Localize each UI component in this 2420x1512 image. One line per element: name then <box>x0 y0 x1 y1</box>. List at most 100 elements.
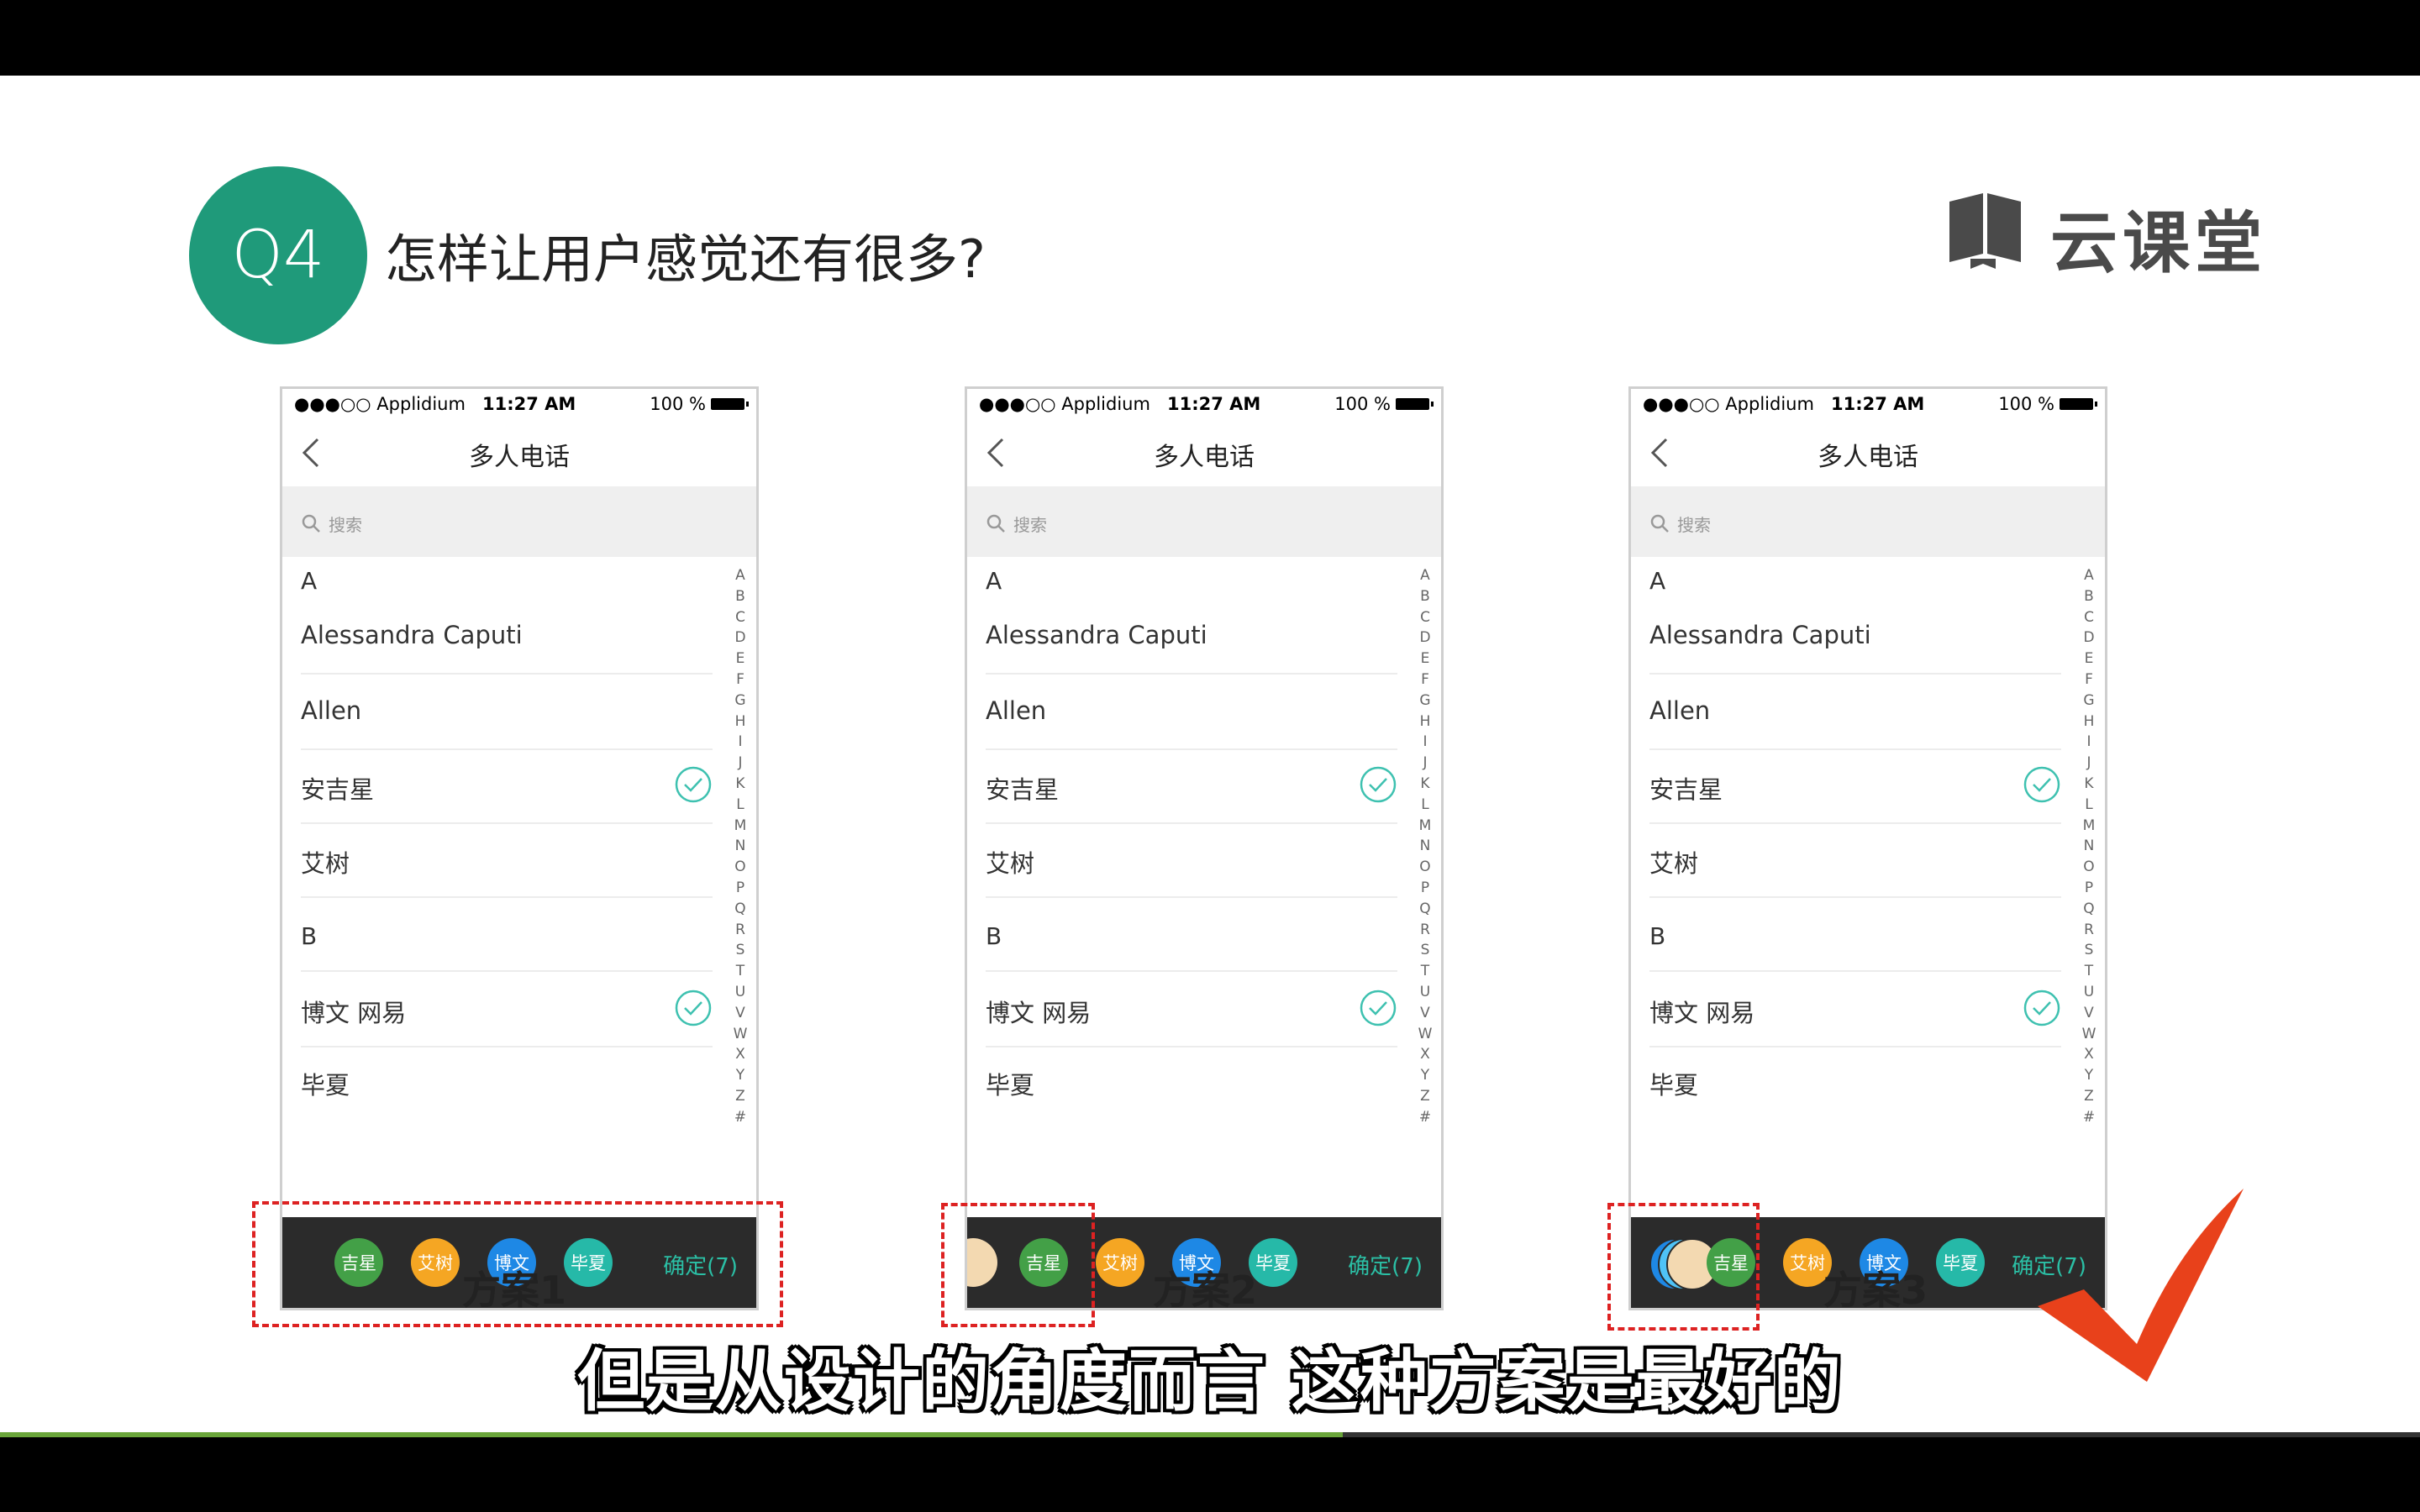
index-letter[interactable]: R <box>731 920 750 941</box>
index-letter[interactable]: O <box>1416 857 1434 878</box>
index-letter[interactable]: C <box>2080 607 2098 628</box>
index-letter[interactable]: B <box>2080 586 2098 607</box>
search-input[interactable]: 搜索 <box>1631 486 2105 557</box>
contact-row[interactable]: 艾树 <box>301 822 713 898</box>
contact-row[interactable]: Allen <box>1649 675 2061 750</box>
index-letter[interactable]: W <box>1416 1024 1434 1045</box>
index-letter[interactable]: N <box>1416 836 1434 857</box>
index-letter[interactable]: B <box>731 586 750 607</box>
contact-row[interactable]: Allen <box>986 675 1397 750</box>
check-circle-icon[interactable] <box>1359 765 1397 804</box>
selected-contact-chip[interactable]: 艾树 <box>1096 1238 1144 1287</box>
alphabet-index[interactable]: A B C D E F G H I J K L M N O P Q R S T U V W X Y Z # <box>1416 565 1434 1128</box>
index-letter[interactable]: # <box>2080 1107 2098 1128</box>
index-letter[interactable]: S <box>2080 940 2098 961</box>
search-input[interactable]: 搜索 <box>282 486 756 557</box>
contact-row[interactable]: Allen <box>301 675 713 750</box>
index-letter[interactable]: E <box>2080 648 2098 669</box>
index-letter[interactable]: D <box>731 627 750 648</box>
index-letter[interactable]: T <box>731 961 750 982</box>
index-letter[interactable]: I <box>731 732 750 753</box>
index-letter[interactable]: A <box>1416 565 1434 586</box>
index-letter[interactable]: E <box>731 648 750 669</box>
check-circle-icon[interactable] <box>1359 989 1397 1027</box>
search-input[interactable]: 搜索 <box>967 486 1441 557</box>
index-letter[interactable]: O <box>2080 857 2098 878</box>
index-letter[interactable]: S <box>731 940 750 961</box>
index-letter[interactable]: X <box>1416 1044 1434 1065</box>
index-letter[interactable]: G <box>1416 690 1434 711</box>
index-letter[interactable]: C <box>1416 607 1434 628</box>
index-letter[interactable]: C <box>731 607 750 628</box>
index-letter[interactable]: G <box>2080 690 2098 711</box>
contact-row[interactable]: 安吉星 <box>986 748 1397 824</box>
index-letter[interactable]: N <box>731 836 750 857</box>
index-letter[interactable]: T <box>2080 961 2098 982</box>
index-letter[interactable]: U <box>731 982 750 1003</box>
contact-row[interactable]: 毕夏 <box>1649 1044 2061 1118</box>
index-letter[interactable]: K <box>2080 774 2098 795</box>
index-letter[interactable]: V <box>1416 1003 1434 1024</box>
index-letter[interactable]: F <box>731 669 750 690</box>
index-letter[interactable]: P <box>2080 878 2098 899</box>
index-letter[interactable]: L <box>1416 795 1434 816</box>
check-circle-icon[interactable] <box>2023 765 2061 804</box>
index-letter[interactable]: F <box>1416 669 1434 690</box>
index-letter[interactable]: K <box>731 774 750 795</box>
index-letter[interactable]: I <box>1416 732 1434 753</box>
index-letter[interactable]: B <box>1416 586 1434 607</box>
check-circle-icon[interactable] <box>674 765 713 804</box>
index-letter[interactable]: Y <box>1416 1065 1434 1086</box>
index-letter[interactable]: V <box>2080 1003 2098 1024</box>
confirm-button[interactable]: 确定(7) <box>1348 1249 1423 1280</box>
index-letter[interactable]: J <box>1416 753 1434 774</box>
index-letter[interactable]: W <box>2080 1024 2098 1045</box>
index-letter[interactable]: # <box>731 1107 750 1128</box>
contact-row[interactable]: Alessandra Caputi <box>1649 599 2061 675</box>
contact-row[interactable]: 艾树 <box>1649 822 2061 898</box>
index-letter[interactable]: M <box>731 816 750 837</box>
index-letter[interactable]: D <box>2080 627 2098 648</box>
index-letter[interactable]: P <box>731 878 750 899</box>
index-letter[interactable]: T <box>1416 961 1434 982</box>
index-letter[interactable]: Z <box>731 1086 750 1107</box>
index-letter[interactable]: H <box>2080 711 2098 732</box>
contact-row[interactable]: Alessandra Caputi <box>301 599 713 675</box>
contact-row[interactable]: 毕夏 <box>301 1044 713 1118</box>
index-letter[interactable]: I <box>2080 732 2098 753</box>
index-letter[interactable]: L <box>2080 795 2098 816</box>
index-letter[interactable]: A <box>2080 565 2098 586</box>
index-letter[interactable]: F <box>2080 669 2098 690</box>
contact-row[interactable]: 安吉星 <box>1649 748 2061 824</box>
alphabet-index[interactable]: A B C D E F G H I J K L M N O P Q R S T U V W X Y Z # <box>731 565 750 1128</box>
index-letter[interactable]: W <box>731 1024 750 1045</box>
index-letter[interactable]: H <box>731 711 750 732</box>
contact-row[interactable]: 博文 网易 <box>1649 970 2061 1047</box>
contact-row[interactable]: 博文 网易 <box>301 970 713 1047</box>
index-letter[interactable]: R <box>2080 920 2098 941</box>
index-letter[interactable]: G <box>731 690 750 711</box>
contact-row[interactable]: 博文 网易 <box>986 970 1397 1047</box>
index-letter[interactable]: H <box>1416 711 1434 732</box>
index-letter[interactable]: A <box>731 565 750 586</box>
index-letter[interactable]: X <box>2080 1044 2098 1065</box>
index-letter[interactable]: M <box>2080 816 2098 837</box>
contact-row[interactable]: Alessandra Caputi <box>986 599 1397 675</box>
index-letter[interactable]: V <box>731 1003 750 1024</box>
index-letter[interactable]: E <box>1416 648 1434 669</box>
index-letter[interactable]: Q <box>1416 899 1434 920</box>
index-letter[interactable]: U <box>1416 982 1434 1003</box>
index-letter[interactable]: Q <box>2080 899 2098 920</box>
contact-row[interactable]: 艾树 <box>986 822 1397 898</box>
contact-row[interactable]: 安吉星 <box>301 748 713 824</box>
index-letter[interactable]: N <box>2080 836 2098 857</box>
index-letter[interactable]: X <box>731 1044 750 1065</box>
index-letter[interactable]: J <box>731 753 750 774</box>
check-circle-icon[interactable] <box>2023 989 2061 1027</box>
contact-row[interactable]: 毕夏 <box>986 1044 1397 1118</box>
video-progress-bar[interactable] <box>0 1432 2420 1437</box>
index-letter[interactable]: P <box>1416 878 1434 899</box>
check-circle-icon[interactable] <box>674 989 713 1027</box>
index-letter[interactable]: Z <box>1416 1086 1434 1107</box>
index-letter[interactable]: K <box>1416 774 1434 795</box>
